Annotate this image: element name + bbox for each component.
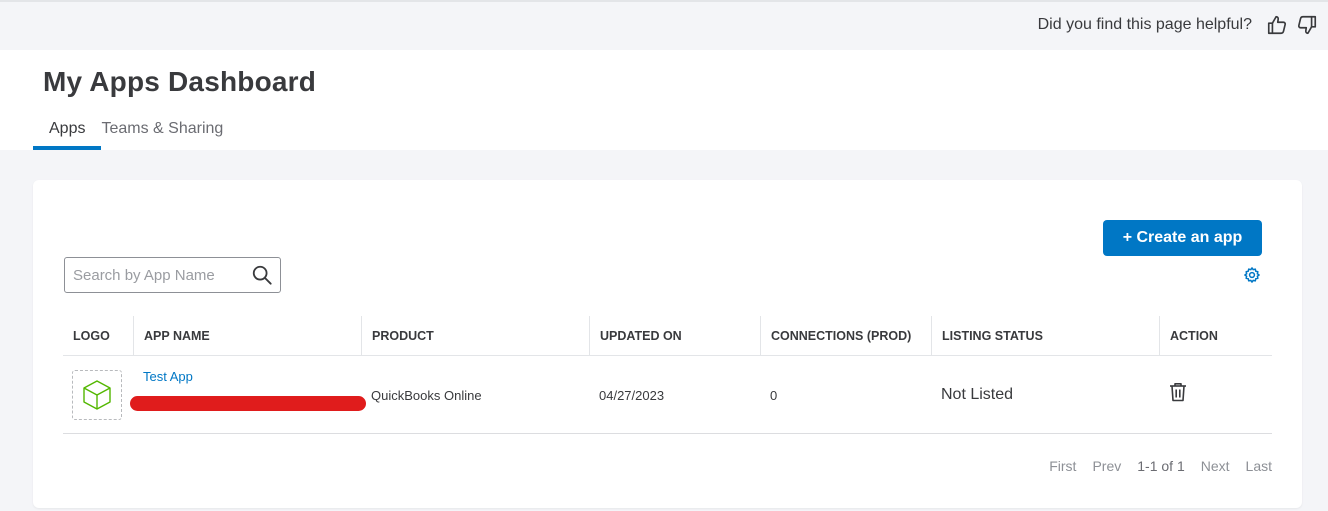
pagination-range: 1-1 of 1 xyxy=(1137,458,1185,474)
column-header-updated-on: UPDATED ON xyxy=(589,316,760,356)
table-header: LOGO APP NAME PRODUCT UPDATED ON CONNECT… xyxy=(63,316,1272,356)
search-box xyxy=(64,257,281,293)
app-name-link[interactable]: Test App xyxy=(143,369,193,384)
apps-table: LOGO APP NAME PRODUCT UPDATED ON CONNECT… xyxy=(63,316,1272,434)
page-header: My Apps Dashboard Apps Teams & Sharing xyxy=(0,50,1328,150)
pagination-first[interactable]: First xyxy=(1049,458,1076,474)
column-header-connections: CONNECTIONS (PROD) xyxy=(760,316,931,356)
connections-cell: 0 xyxy=(770,387,778,403)
column-header-logo: LOGO xyxy=(73,329,110,343)
thumbs-up-icon[interactable] xyxy=(1266,14,1288,36)
redaction-mark xyxy=(130,396,366,411)
column-header-app-name: APP NAME xyxy=(133,316,361,356)
table-row: QuickBooks Online 04/27/2023 0 Not Liste… xyxy=(63,356,1272,434)
column-header-product: PRODUCT xyxy=(361,316,589,356)
search-icon[interactable] xyxy=(251,264,273,286)
column-header-action: ACTION xyxy=(1159,316,1272,356)
product-cell: QuickBooks Online xyxy=(371,387,482,403)
tab-apps[interactable]: Apps xyxy=(33,116,102,150)
logo-cell xyxy=(63,356,133,434)
app-name-cell xyxy=(133,356,361,434)
gear-icon[interactable] xyxy=(1243,266,1261,284)
tab-bar: Apps Teams & Sharing xyxy=(33,116,239,150)
pagination-prev[interactable]: Prev xyxy=(1092,458,1121,474)
action-cell xyxy=(1159,356,1272,434)
apps-card: + Create an app LOGO APP NAME PRODUCT UP… xyxy=(33,180,1302,508)
thumbs-down-icon[interactable] xyxy=(1296,14,1318,36)
app-logo xyxy=(72,370,122,420)
create-app-button[interactable]: + Create an app xyxy=(1103,220,1262,256)
pagination-last[interactable]: Last xyxy=(1246,458,1272,474)
page-feedback: Did you find this page helpful? xyxy=(1038,14,1318,36)
trash-icon[interactable] xyxy=(1169,382,1187,402)
pagination: First Prev 1-1 of 1 Next Last xyxy=(1049,458,1272,474)
feedback-question: Did you find this page helpful? xyxy=(1037,16,1252,33)
page-title: My Apps Dashboard xyxy=(43,66,317,97)
cube-icon xyxy=(83,380,111,410)
column-header-listing-status: LISTING STATUS xyxy=(931,316,1159,356)
search-input[interactable] xyxy=(73,265,243,285)
pagination-next[interactable]: Next xyxy=(1201,458,1230,474)
listing-status-cell: Not Listed xyxy=(941,386,1014,403)
feedback-bar: Did you find this page helpful? xyxy=(0,0,1328,50)
tab-teams-sharing[interactable]: Teams & Sharing xyxy=(101,116,239,150)
updated-on-cell: 04/27/2023 xyxy=(599,387,665,403)
